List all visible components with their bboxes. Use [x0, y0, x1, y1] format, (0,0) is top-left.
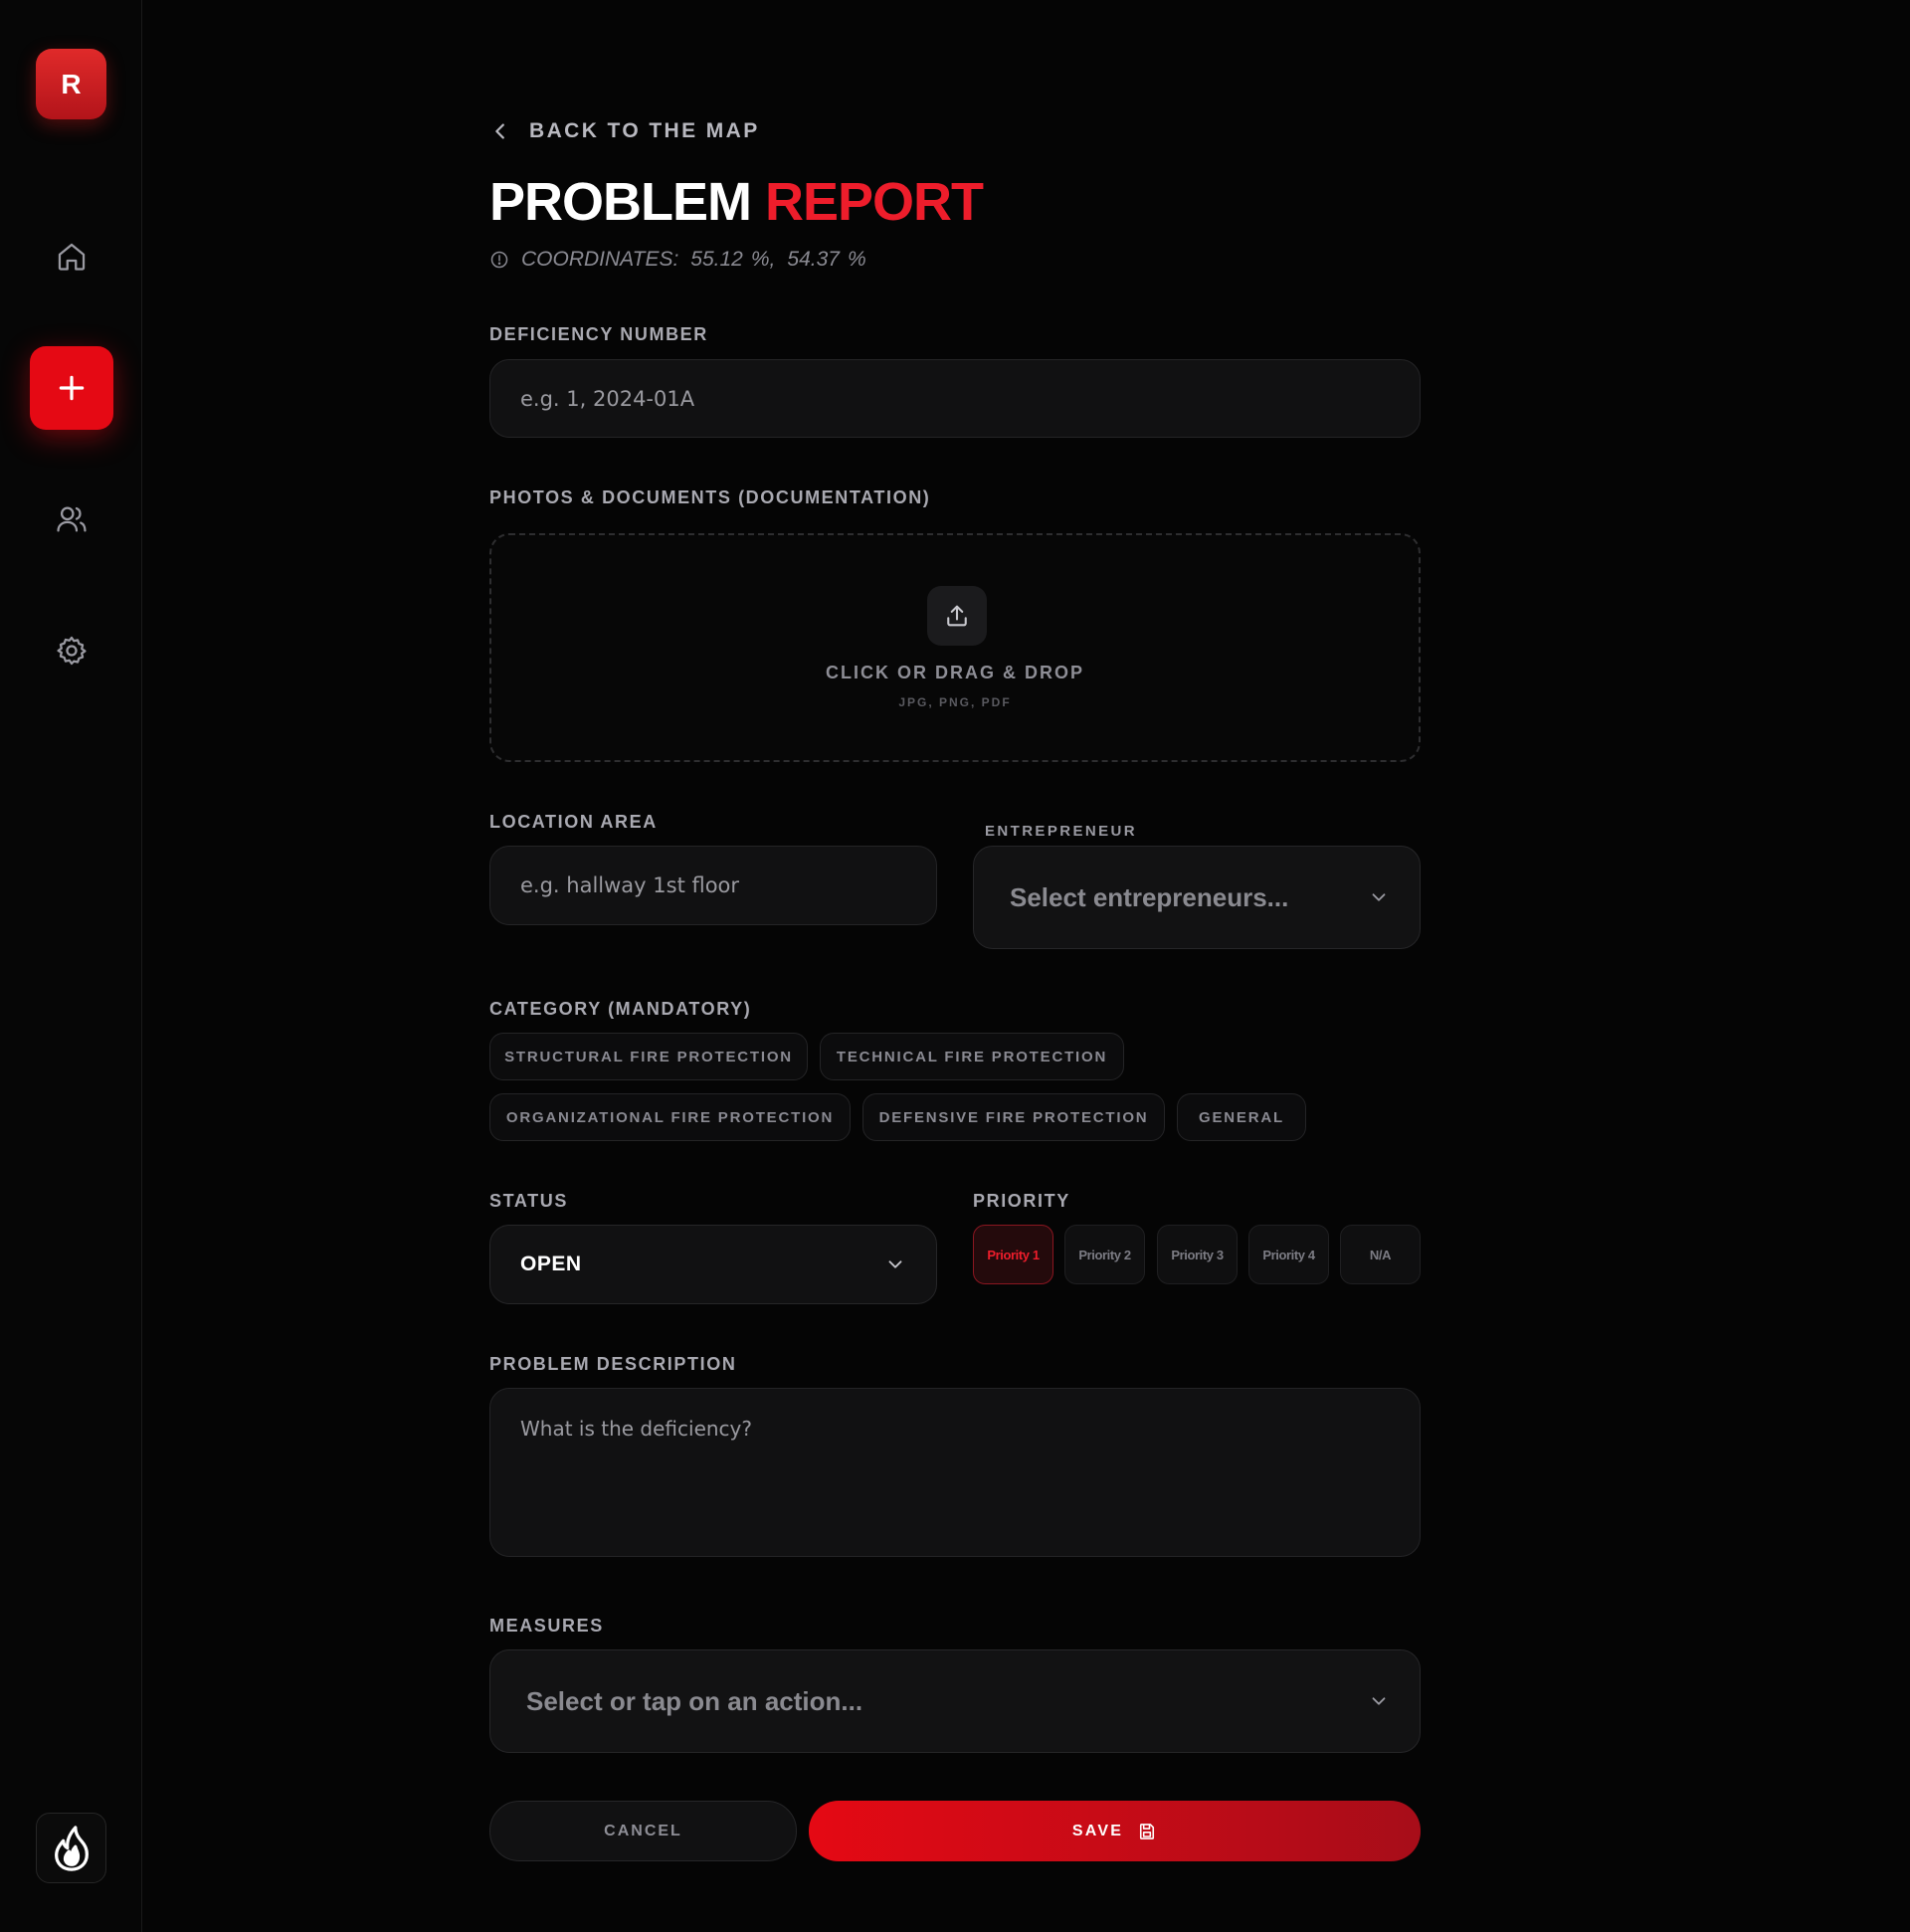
gear-icon[interactable] — [50, 629, 94, 673]
measures-placeholder: Select or tap on an action... — [526, 1685, 863, 1716]
coordinate-x-unit: % — [750, 248, 770, 271]
chevron-down-icon — [1372, 1697, 1386, 1705]
deficiency-number-label: DEFICIENCY NUMBER — [489, 324, 708, 344]
sidebar: R — [0, 0, 142, 1932]
home-icon[interactable] — [50, 235, 94, 279]
measures-label: MEASURES — [489, 1616, 604, 1636]
save-label: SAVE — [1071, 1822, 1124, 1839]
measures-select[interactable]: Select or tap on an action... — [489, 1649, 1421, 1753]
category-label: CATEGORY (MANDATORY) — [489, 999, 752, 1019]
dropzone-title: CLICK OR DRAG & DROP — [826, 663, 1084, 682]
category-chip-defensive[interactable]: DEFENSIVE FIRE PROTECTION — [862, 1093, 1165, 1141]
deficiency-number-placeholder: e.g. 1, 2024-01A — [520, 386, 695, 411]
cancel-button[interactable]: CANCEL — [489, 1801, 797, 1861]
problem-description-label: PROBLEM DESCRIPTION — [489, 1354, 737, 1374]
title-part-1: PROBLEM — [489, 172, 752, 232]
coordinate-x: 55.12 — [690, 248, 743, 271]
documentation-label: PHOTOS & DOCUMENTS (DOCUMENTATION) — [489, 487, 931, 507]
dropzone-file-types: JPG, PNG, PDF — [898, 695, 1012, 709]
category-chip-technical[interactable]: TECHNICAL FIRE PROTECTION — [820, 1033, 1124, 1080]
entrepreneur-label: ENTREPRENEUR — [985, 823, 1137, 840]
priority-option-na[interactable]: N/A — [1340, 1225, 1421, 1284]
priority-option-1[interactable]: Priority 1 — [973, 1225, 1053, 1284]
location-area-placeholder: e.g. hallway 1st floor — [520, 873, 740, 897]
file-dropzone[interactable]: CLICK OR DRAG & DROP JPG, PNG, PDF — [489, 533, 1421, 762]
deficiency-number-input[interactable]: e.g. 1, 2024-01A — [489, 359, 1421, 438]
info-icon — [490, 251, 508, 269]
chevron-left-icon — [495, 123, 504, 139]
status-label: STATUS — [489, 1191, 568, 1211]
chevron-down-icon — [888, 1260, 902, 1268]
page-title: PROBLEM REPORT — [489, 171, 984, 233]
app-logo[interactable]: R — [36, 49, 106, 119]
priority-label: PRIORITY — [973, 1191, 1070, 1211]
status-value: OPEN — [520, 1253, 582, 1275]
entrepreneur-select[interactable]: Select entrepreneurs... — [973, 846, 1421, 949]
coordinate-y-unit: % — [847, 248, 866, 271]
upload-icon — [927, 586, 987, 646]
back-label: BACK TO THE MAP — [529, 119, 760, 142]
priority-option-2[interactable]: Priority 2 — [1064, 1225, 1145, 1284]
users-icon[interactable] — [50, 497, 94, 541]
title-part-2: REPORT — [765, 172, 984, 232]
priority-option-4[interactable]: Priority 4 — [1248, 1225, 1329, 1284]
category-chip-organizational[interactable]: ORGANIZATIONAL FIRE PROTECTION — [489, 1093, 851, 1141]
save-button[interactable]: SAVE — [809, 1801, 1421, 1861]
location-area-input[interactable]: e.g. hallway 1st floor — [489, 846, 937, 925]
category-chip-general[interactable]: GENERAL — [1177, 1093, 1306, 1141]
plus-icon — [59, 375, 85, 401]
problem-description-placeholder: What is the deficiency? — [520, 1417, 752, 1441]
problem-description-textarea[interactable]: What is the deficiency? — [489, 1388, 1421, 1557]
coordinates: COORDINATES: 55.12 %, 54.37 % — [489, 248, 866, 272]
back-to-map-link[interactable]: BACK TO THE MAP — [489, 119, 760, 143]
status-select[interactable]: OPEN — [489, 1225, 937, 1304]
priority-option-3[interactable]: Priority 3 — [1157, 1225, 1238, 1284]
category-chip-structural[interactable]: STRUCTURAL FIRE PROTECTION — [489, 1033, 808, 1080]
location-area-label: LOCATION AREA — [489, 812, 658, 832]
floppy-disk-icon — [1140, 1823, 1155, 1839]
add-report-button[interactable] — [30, 346, 113, 430]
flame-icon[interactable] — [36, 1813, 106, 1883]
coordinate-y: 54.37 — [787, 248, 840, 271]
chevron-down-icon — [1372, 893, 1386, 901]
entrepreneur-placeholder: Select entrepreneurs... — [1010, 881, 1289, 912]
coordinates-label: COORDINATES: — [521, 248, 679, 271]
